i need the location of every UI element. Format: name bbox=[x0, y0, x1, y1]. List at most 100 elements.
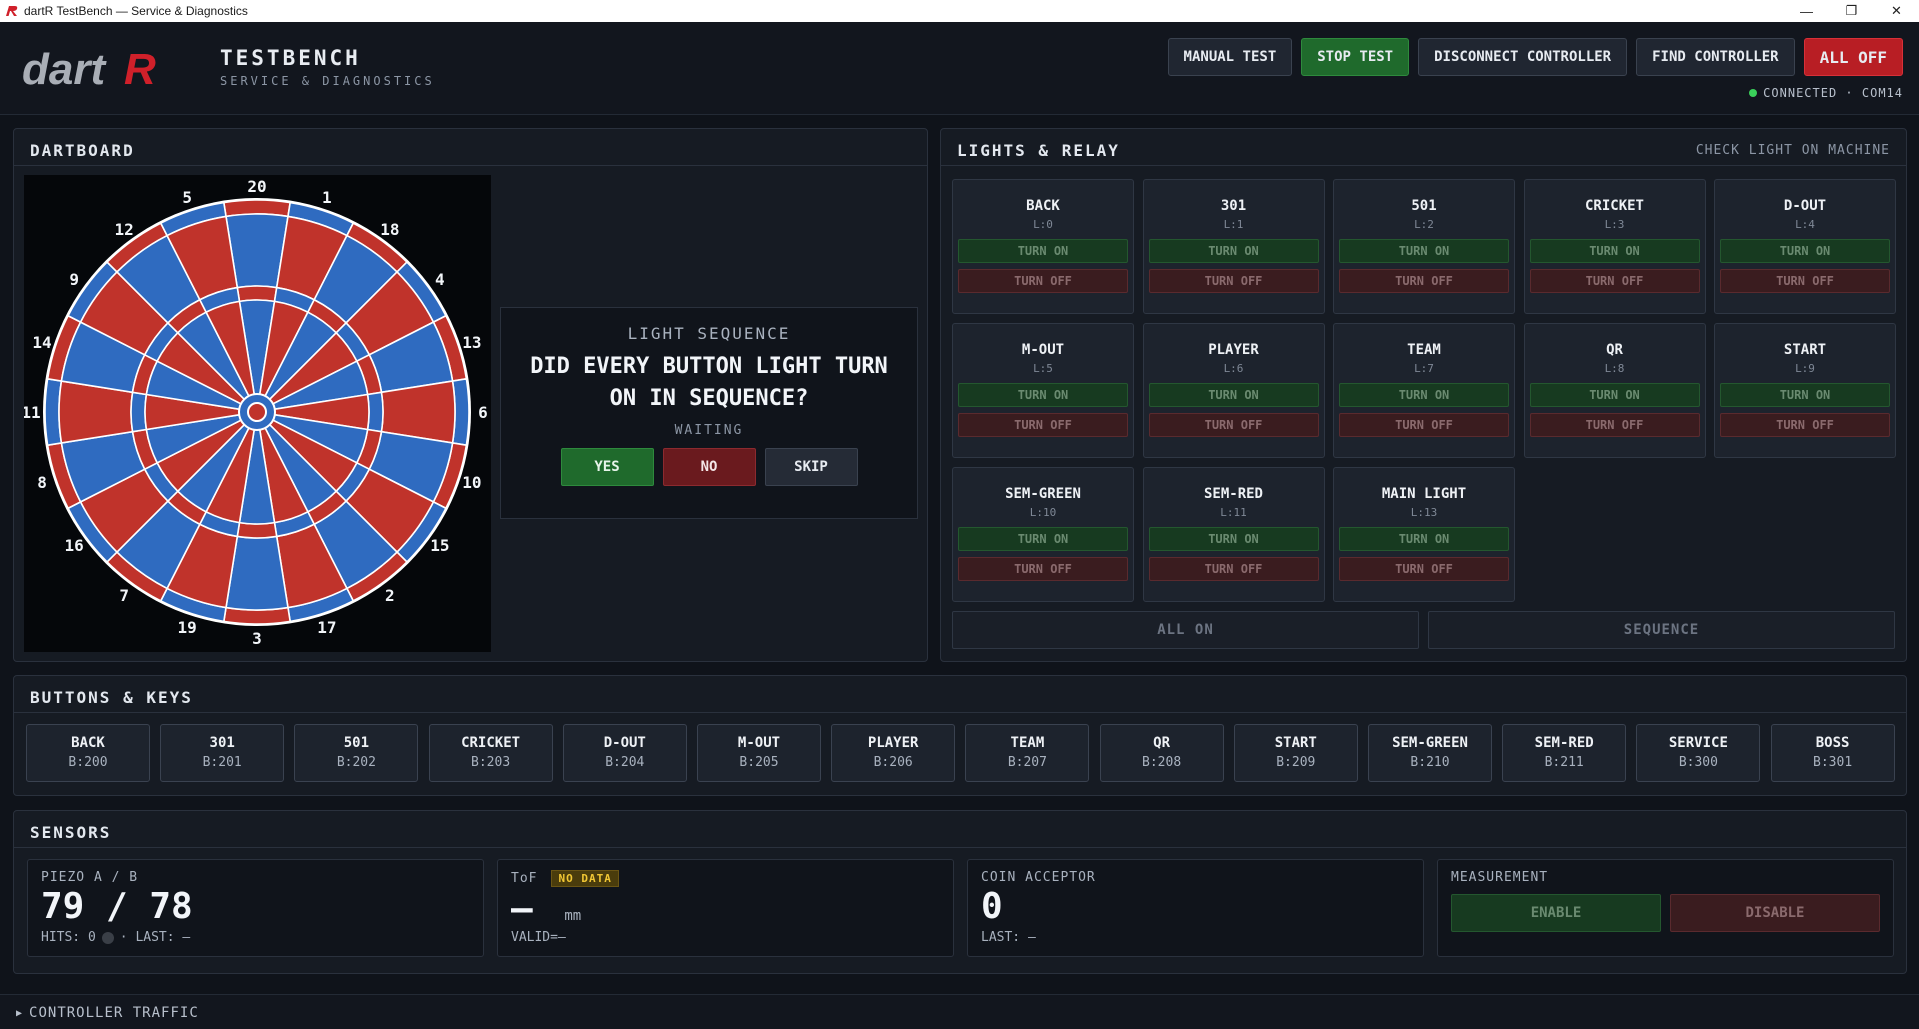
minimize-icon[interactable]: — bbox=[1784, 0, 1829, 22]
disconnect-controller-button[interactable]: DISCONNECT CONTROLLER bbox=[1418, 38, 1628, 76]
turn-on-button[interactable]: TURN ON bbox=[1720, 239, 1890, 263]
tof-valid: VALID=— bbox=[511, 930, 566, 945]
app-title: TESTBENCH bbox=[220, 46, 361, 70]
key-card[interactable]: QR B:208 bbox=[1099, 724, 1224, 782]
measurement-disable-button[interactable]: DISABLE bbox=[1670, 894, 1880, 932]
key-card[interactable]: 301 B:201 bbox=[160, 724, 285, 782]
light-id: L:2 bbox=[1414, 218, 1434, 231]
find-controller-button[interactable]: FIND CONTROLLER bbox=[1636, 38, 1795, 76]
turn-on-button[interactable]: TURN ON bbox=[1529, 239, 1700, 263]
turn-off-button[interactable]: TURN OFF bbox=[1339, 557, 1509, 581]
coin-value: 0 bbox=[981, 886, 1003, 927]
turn-on-button[interactable]: TURN ON bbox=[1148, 239, 1319, 263]
key-card[interactable]: D-OUT B:204 bbox=[562, 724, 687, 782]
turn-off-button[interactable]: TURN OFF bbox=[1529, 269, 1700, 293]
key-card[interactable]: BOSS B:301 bbox=[1770, 724, 1895, 782]
turn-off-button[interactable]: TURN OFF bbox=[1339, 269, 1509, 293]
key-card[interactable]: TEAM B:207 bbox=[965, 724, 1090, 782]
key-card[interactable]: SERVICE B:300 bbox=[1636, 724, 1761, 782]
logo-text-r: R bbox=[124, 45, 156, 94]
turn-on-button[interactable]: TURN ON bbox=[1148, 527, 1319, 551]
close-icon[interactable]: ✕ bbox=[1874, 0, 1919, 22]
sequence-button[interactable]: SEQUENCE bbox=[1428, 611, 1895, 649]
turn-off-button[interactable]: TURN OFF bbox=[958, 557, 1128, 581]
key-card[interactable]: 501 B:202 bbox=[294, 724, 419, 782]
turn-on-button[interactable]: TURN ON bbox=[1339, 239, 1509, 263]
key-card[interactable]: SEM-GREEN B:210 bbox=[1368, 724, 1492, 782]
turn-off-button[interactable]: TURN OFF bbox=[1339, 413, 1509, 437]
all-on-button[interactable]: ALL ON bbox=[952, 611, 1419, 649]
key-card[interactable]: PLAYER B:206 bbox=[831, 724, 956, 782]
triple-segment[interactable] bbox=[130, 391, 148, 433]
key-name: 501 bbox=[343, 735, 370, 751]
turn-off-button[interactable]: TURN OFF bbox=[1148, 269, 1319, 293]
key-card[interactable]: SEM-RED B:211 bbox=[1502, 724, 1627, 782]
light-id: L:11 bbox=[1220, 506, 1247, 519]
turn-off-button[interactable]: TURN OFF bbox=[1529, 413, 1700, 437]
key-id: B:300 bbox=[1678, 755, 1718, 770]
turn-off-button[interactable]: TURN OFF bbox=[1720, 413, 1890, 437]
key-id: B:301 bbox=[1813, 755, 1853, 770]
skip-button[interactable]: SKIP bbox=[764, 448, 858, 486]
tof-card: ToF NO DATA — mm VALID=— bbox=[497, 859, 954, 957]
key-card[interactable]: CRICKET B:203 bbox=[428, 724, 553, 782]
key-card[interactable]: START B:209 bbox=[1233, 724, 1358, 782]
dartboard-svg[interactable]: 20 1 18 4 13 6 10 15 2 17 3 19 7 16 8 11 14 9 12 5 bbox=[21, 175, 491, 652]
controller-traffic-toggle[interactable]: ▶ CONTROLLER TRAFFIC bbox=[16, 1005, 199, 1021]
light-name: 501 bbox=[1411, 198, 1437, 214]
light-card: CRICKET L:3 TURN ON TURN OFF bbox=[1523, 179, 1706, 314]
dartboard-title: DARTBOARD bbox=[30, 141, 135, 160]
yes-button[interactable]: YES bbox=[560, 448, 654, 486]
all-off-button[interactable]: ALL OFF bbox=[1803, 38, 1903, 76]
key-id: B:208 bbox=[1142, 755, 1182, 770]
turn-on-button[interactable]: TURN ON bbox=[958, 239, 1128, 263]
turn-off-button[interactable]: TURN OFF bbox=[1148, 557, 1319, 581]
turn-on-button[interactable]: TURN ON bbox=[1148, 383, 1319, 407]
key-id: B:200 bbox=[68, 755, 108, 770]
light-name: TEAM bbox=[1407, 342, 1441, 358]
board-number: 16 bbox=[65, 536, 84, 555]
maximize-icon[interactable]: ❐ bbox=[1829, 0, 1874, 22]
turn-on-button[interactable]: TURN ON bbox=[1339, 383, 1509, 407]
turn-on-button[interactable]: TURN ON bbox=[958, 527, 1128, 551]
turn-on-button[interactable]: TURN ON bbox=[1529, 383, 1700, 407]
triple-segment[interactable] bbox=[236, 285, 278, 303]
dartboard[interactable]: 20 1 18 4 13 6 10 15 2 17 3 19 7 16 8 11 14 9 12 5 bbox=[21, 175, 491, 652]
triple-segment[interactable] bbox=[236, 521, 278, 539]
turn-on-button[interactable]: TURN ON bbox=[1339, 527, 1509, 551]
key-name: CRICKET bbox=[461, 735, 521, 751]
dartboard-panel: DARTBOARD 20 1 18 4 13 6 10 15 2 17 3 19 7 16 8 11 14 9 12… bbox=[13, 128, 928, 662]
controller-traffic-label: CONTROLLER TRAFFIC bbox=[29, 1005, 199, 1021]
triple-segment[interactable] bbox=[366, 391, 384, 433]
piezo-card: PIEZO A / B 79 / 78 HITS: 0 · LAST: — bbox=[27, 859, 484, 957]
light-id: L:5 bbox=[1033, 362, 1053, 375]
turn-off-button[interactable]: TURN OFF bbox=[1720, 269, 1890, 293]
key-id: B:205 bbox=[739, 755, 779, 770]
light-id: L:1 bbox=[1223, 218, 1244, 231]
light-name: PLAYER bbox=[1208, 342, 1259, 358]
measurement-enable-button[interactable]: ENABLE bbox=[1451, 894, 1661, 932]
turn-on-button[interactable]: TURN ON bbox=[1720, 383, 1890, 407]
light-id: L:8 bbox=[1604, 362, 1625, 375]
light-sequence-prompt: LIGHT SEQUENCE DID EVERY BUTTON LIGHT TU… bbox=[500, 307, 918, 519]
coin-card: COIN ACCEPTOR 0 LAST: — bbox=[967, 859, 1424, 957]
sequence-status: WAITING bbox=[674, 423, 744, 438]
board-number: 5 bbox=[182, 188, 192, 207]
light-card: SEM-RED L:11 TURN ON TURN OFF bbox=[1142, 467, 1325, 602]
manual-test-button[interactable]: MANUAL TEST bbox=[1167, 38, 1293, 76]
turn-on-button[interactable]: TURN ON bbox=[958, 383, 1128, 407]
turn-off-button[interactable]: TURN OFF bbox=[958, 413, 1128, 437]
buttons-keys-panel: BUTTONS & KEYS BACK B:200 301 B:201 501 B:202… bbox=[13, 675, 1907, 796]
no-button[interactable]: NO bbox=[662, 448, 756, 486]
bullseye[interactable] bbox=[247, 402, 267, 422]
light-card: BACK L:0 TURN ON TURN OFF bbox=[952, 179, 1134, 314]
board-number: 19 bbox=[178, 618, 197, 637]
turn-off-button[interactable]: TURN OFF bbox=[1148, 413, 1319, 437]
turn-off-button[interactable]: TURN OFF bbox=[958, 269, 1128, 293]
stop-test-button[interactable]: STOP TEST bbox=[1301, 38, 1410, 76]
key-card[interactable]: M-OUT B:205 bbox=[697, 724, 821, 782]
key-card[interactable]: BACK B:200 bbox=[26, 724, 150, 782]
piezo-label: PIEZO A / B bbox=[41, 870, 139, 885]
light-id: L:7 bbox=[1414, 362, 1434, 375]
no-data-badge: NO DATA bbox=[551, 870, 619, 887]
